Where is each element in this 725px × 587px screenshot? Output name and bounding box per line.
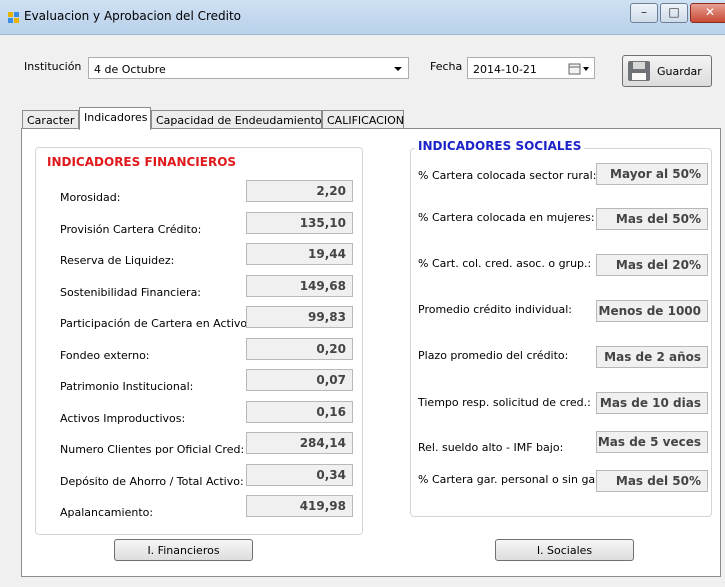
- minimize-icon: –: [641, 5, 647, 19]
- fecha-value: 2014-10-21: [473, 63, 537, 76]
- institucion-label: Institución: [24, 60, 82, 73]
- financiero-label: Patrimonio Institucional:: [60, 380, 194, 393]
- financiero-value: 0,20: [246, 338, 353, 360]
- social-value: Mas del 20%: [596, 254, 708, 276]
- tab-indicadores[interactable]: Indicadores: [79, 107, 151, 130]
- close-button[interactable]: ✕: [690, 3, 725, 23]
- financiero-label: Morosidad:: [60, 191, 121, 204]
- social-value: Menos de 1000: [596, 300, 708, 322]
- financiero-label: Fondeo externo:: [60, 349, 150, 362]
- social-label: % Cartera colocada en mujeres:: [418, 211, 595, 224]
- chevron-down-icon: [394, 67, 402, 71]
- institucion-select[interactable]: 4 de Octubre: [88, 57, 409, 79]
- save-disk-icon: [628, 61, 650, 81]
- app-icon: [8, 12, 19, 23]
- financiero-value: 0,34: [246, 464, 353, 486]
- fecha-date-picker[interactable]: 2014-10-21: [467, 57, 595, 79]
- social-label: Plazo promedio del crédito:: [418, 349, 569, 362]
- financiero-label: Numero Clientes por Oficial Cred:: [60, 443, 245, 456]
- financiero-label: Activos Improductivos:: [60, 412, 186, 425]
- sociales-title: INDICADORES SOCIALES: [415, 139, 585, 153]
- maximize-icon: □: [668, 5, 680, 19]
- financiero-value: 135,10: [246, 212, 353, 234]
- sociales-button[interactable]: I. Sociales: [495, 539, 634, 561]
- financieros-button[interactable]: I. Financieros: [114, 539, 253, 561]
- financiero-label: Sostenibilidad Financiera:: [60, 286, 202, 299]
- fecha-label: Fecha: [430, 60, 463, 73]
- financiero-value: 19,44: [246, 243, 353, 265]
- social-label: % Cartera gar. personal o sin gar.:: [418, 473, 606, 486]
- social-value: Mas de 5 veces: [596, 431, 708, 453]
- calendar-icon[interactable]: [568, 63, 590, 75]
- financiero-label: Participación de Cartera en Activo:: [60, 317, 251, 330]
- institucion-value: 4 de Octubre: [94, 63, 166, 76]
- title-bar: Evaluacion y Aprobacion del Credito – □ …: [0, 0, 725, 35]
- social-value: Mas del 50%: [596, 470, 708, 492]
- social-label: Rel. sueldo alto - IMF bajo:: [418, 441, 564, 454]
- financiero-label: Depósito de Ahorro / Total Activo:: [60, 475, 244, 488]
- social-value: Mas de 2 años: [596, 346, 708, 368]
- financiero-label: Provisión Cartera Crédito:: [60, 223, 202, 236]
- tab-caracter[interactable]: Caracter: [22, 110, 79, 129]
- social-value: Mas de 10 dias: [596, 392, 708, 414]
- financiero-value: 99,83: [246, 306, 353, 328]
- guardar-button[interactable]: Guardar: [622, 55, 712, 87]
- social-value: Mas del 50%: [596, 208, 708, 230]
- financiero-label: Apalancamiento:: [60, 506, 154, 519]
- maximize-button[interactable]: □: [660, 3, 688, 23]
- close-icon: ✕: [704, 5, 716, 19]
- social-value: Mayor al 50%: [596, 163, 708, 185]
- financiero-value: 419,98: [246, 495, 353, 517]
- financiero-value: 2,20: [246, 180, 353, 202]
- sociales-group: [410, 148, 712, 517]
- social-label: Promedio crédito individual:: [418, 303, 572, 316]
- financiero-value: 149,68: [246, 275, 353, 297]
- guardar-label: Guardar: [657, 65, 702, 78]
- financieros-title: INDICADORES FINANCIEROS: [44, 155, 240, 169]
- social-label: % Cart. col. cred. asoc. o grup.:: [418, 257, 592, 270]
- financiero-value: 284,14: [246, 432, 353, 454]
- social-label: Tiempo resp. solicitud de cred.:: [418, 396, 591, 409]
- social-label: % Cartera colocada sector rural:: [418, 169, 597, 182]
- financiero-label: Reserva de Liquidez:: [60, 254, 175, 267]
- financiero-value: 0,07: [246, 369, 353, 391]
- minimize-button[interactable]: –: [630, 3, 658, 23]
- window-title: Evaluacion y Aprobacion del Credito: [24, 9, 242, 23]
- financiero-value: 0,16: [246, 401, 353, 423]
- tab-capacidad-endeudamiento[interactable]: Capacidad de Endeudamiento: [151, 110, 322, 129]
- tab-calificacion[interactable]: CALIFICACION: [322, 110, 404, 129]
